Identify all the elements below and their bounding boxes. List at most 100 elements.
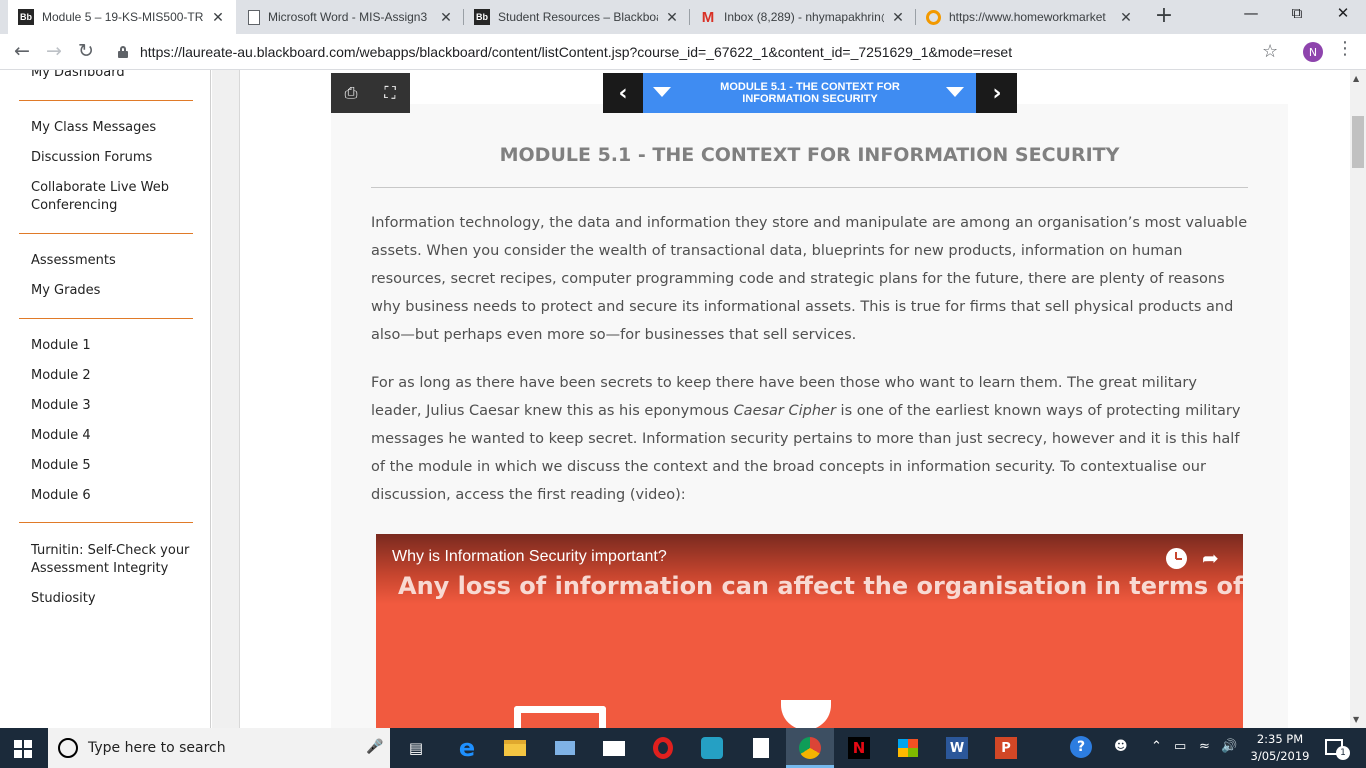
battery-icon[interactable]: ▭ <box>1174 739 1186 754</box>
clock-date: 3/05/2019 <box>1250 749 1310 763</box>
people-icon[interactable]: ☻ <box>1114 739 1128 754</box>
scroll-up-icon[interactable]: ▲ <box>1353 74 1359 83</box>
watch-later-icon[interactable] <box>1166 548 1187 569</box>
netflix-icon[interactable]: N <box>847 736 871 760</box>
word-icon[interactable]: W <box>945 736 969 760</box>
windows-taskbar: Type here to search 🎤 ▤ e N W P ? ☻ ⌃ ▭ … <box>0 728 1366 768</box>
tab-title: https://www.homeworkmarket <box>949 10 1106 24</box>
close-tab-icon[interactable]: ✕ <box>210 9 226 26</box>
content-area: ⎙ ⛶ ‹ MODULE 5.1 - THE CONTEXT FOR INFOR… <box>241 70 1318 728</box>
chrome-icon[interactable] <box>798 736 822 760</box>
tab-title: Inbox (8,289) - nhymapakhrin@ <box>724 10 884 24</box>
page-viewport: My Dashboard My Class Messages Discussio… <box>0 70 1366 728</box>
page-scrollbar[interactable]: ▲ ▼ <box>1350 70 1366 728</box>
browser-menu-icon[interactable]: ⋮ <box>1336 40 1354 58</box>
sidebar-item-module-3[interactable]: Module 3 <box>31 397 91 415</box>
help-icon[interactable]: ? <box>1070 736 1092 758</box>
address-bar[interactable]: https://laureate-au.blackboard.com/webap… <box>108 38 1288 66</box>
close-tab-icon[interactable]: ✕ <box>438 9 454 26</box>
module-selector[interactable]: MODULE 5.1 - THE CONTEXT FOR INFORMATION… <box>643 73 976 113</box>
chair-illustration <box>514 706 606 728</box>
sidebar-item-module-4[interactable]: Module 4 <box>31 427 91 445</box>
sidebar-item-discussion-forums[interactable]: Discussion Forums <box>31 149 152 167</box>
volume-icon[interactable]: 🔊 <box>1221 739 1237 754</box>
sidebar-item-studiosity[interactable]: Studiosity <box>31 590 96 608</box>
file-explorer-icon[interactable] <box>503 736 527 760</box>
previous-page-button[interactable]: ‹ <box>603 73 643 113</box>
close-tab-icon[interactable]: ✕ <box>890 9 906 26</box>
module-navigator: ‹ MODULE 5.1 - THE CONTEXT FOR INFORMATI… <box>603 73 1017 113</box>
print-icon[interactable]: ⎙ <box>340 83 362 103</box>
forward-button[interactable]: → <box>42 40 66 62</box>
system-clock[interactable]: 2:35 PM 3/05/2019 <box>1248 731 1312 765</box>
edge-icon[interactable]: e <box>455 734 479 762</box>
sidebar-item-assessments[interactable]: Assessments <box>31 252 116 270</box>
sidebar-item-class-messages[interactable]: My Class Messages <box>31 119 156 137</box>
close-tab-icon[interactable]: ✕ <box>1118 9 1134 26</box>
maximize-window-button[interactable]: ⧉ <box>1274 4 1320 22</box>
cortana-icon <box>58 738 78 758</box>
module-selector-title: MODULE 5.1 - THE CONTEXT FOR INFORMATION… <box>720 81 900 105</box>
back-button[interactable]: ← <box>10 40 34 62</box>
profile-avatar[interactable]: N <box>1303 42 1323 62</box>
scrollbar-thumb[interactable] <box>1352 116 1364 168</box>
clock-time: 2:35 PM <box>1256 732 1304 746</box>
sidebar-item-module-6[interactable]: Module 6 <box>31 487 91 505</box>
powerpoint-icon[interactable]: P <box>994 736 1018 760</box>
network-icon[interactable] <box>553 736 577 760</box>
tab-microsoft-word[interactable]: Microsoft Word - MIS-Assign3 ✕ <box>238 0 464 34</box>
mail-icon[interactable] <box>602 736 626 760</box>
wifi-icon[interactable]: ≈ <box>1199 739 1210 754</box>
sidebar-divider <box>19 233 193 234</box>
tab-gmail-inbox[interactable]: M Inbox (8,289) - nhymapakhrin@ ✕ <box>690 0 916 34</box>
close-tab-icon[interactable]: ✕ <box>664 9 680 26</box>
whatsapp-icon[interactable] <box>700 736 724 760</box>
opera-icon[interactable] <box>651 736 675 760</box>
taskbar-search-box[interactable]: Type here to search 🎤 <box>48 728 390 768</box>
tab-module-5[interactable]: Bb Module 5 – 19-KS-MIS500-TRI ✕ <box>8 0 236 34</box>
chevron-down-icon <box>946 87 964 97</box>
url-text: https://laureate-au.blackboard.com/webap… <box>140 44 1013 60</box>
task-view-icon[interactable]: ▤ <box>404 736 428 760</box>
body-paragraph: Information technology, the data and inf… <box>371 215 1248 343</box>
body-paragraph: For as long as there have been secrets t… <box>371 369 1251 509</box>
sidebar-item-my-dashboard[interactable]: My Dashboard <box>31 70 125 82</box>
tab-homeworkmarket[interactable]: https://www.homeworkmarket ✕ <box>916 0 1144 34</box>
blackboard-icon: Bb <box>474 9 490 25</box>
sidebar-divider <box>19 100 193 101</box>
store-icon[interactable] <box>896 736 920 760</box>
tab-student-resources[interactable]: Bb Student Resources – Blackboar ✕ <box>464 0 690 34</box>
share-icon[interactable]: ➦ <box>1202 546 1219 570</box>
microphone-icon[interactable]: 🎤 <box>366 739 383 755</box>
show-hidden-icons-icon[interactable]: ⌃ <box>1151 739 1162 754</box>
sidebar-item-module-5[interactable]: Module 5 <box>31 457 91 475</box>
video-subtitle-text: Any loss of information can affect the o… <box>398 572 1243 600</box>
new-tab-button[interactable]: + <box>1152 5 1176 27</box>
notepad-icon[interactable] <box>749 736 773 760</box>
sidebar-item-turnitin[interactable]: Turnitin: Self-Check your Assessment Int… <box>31 542 191 578</box>
course-sidebar: My Dashboard My Class Messages Discussio… <box>0 70 211 728</box>
chevron-down-icon <box>653 87 671 97</box>
browser-tab-strip: Bb Module 5 – 19-KS-MIS500-TRI ✕ Microso… <box>0 0 1366 34</box>
bookmark-star-icon[interactable]: ☆ <box>1262 41 1278 62</box>
minimize-window-button[interactable]: — <box>1228 4 1274 22</box>
sidebar-item-collaborate[interactable]: Collaborate Live Web Conferencing <box>31 179 181 215</box>
video-player[interactable]: Why is Information Security important? A… <box>376 534 1243 728</box>
sidebar-item-my-grades[interactable]: My Grades <box>31 282 100 300</box>
emphasis-text: Caesar Cipher <box>733 403 836 419</box>
sidebar-item-module-2[interactable]: Module 2 <box>31 367 91 385</box>
browser-toolbar: ← → ↻ https://laureate-au.blackboard.com… <box>0 34 1366 70</box>
next-page-button[interactable]: › <box>977 73 1017 113</box>
notification-count-badge: 1 <box>1336 746 1350 760</box>
video-title[interactable]: Why is Information Security important? <box>392 548 667 566</box>
title-divider <box>371 187 1248 188</box>
sidebar-divider <box>19 522 193 523</box>
fullscreen-icon[interactable]: ⛶ <box>379 83 401 103</box>
reload-button[interactable]: ↻ <box>74 40 98 62</box>
scroll-down-icon[interactable]: ▼ <box>1353 715 1359 724</box>
windows-start-icon[interactable] <box>14 740 32 758</box>
close-window-button[interactable]: ✕ <box>1320 4 1366 22</box>
page-title: MODULE 5.1 - THE CONTEXT FOR INFORMATION… <box>499 144 1120 166</box>
tab-title: Student Resources – Blackboar <box>498 10 658 24</box>
sidebar-item-module-1[interactable]: Module 1 <box>31 337 91 355</box>
